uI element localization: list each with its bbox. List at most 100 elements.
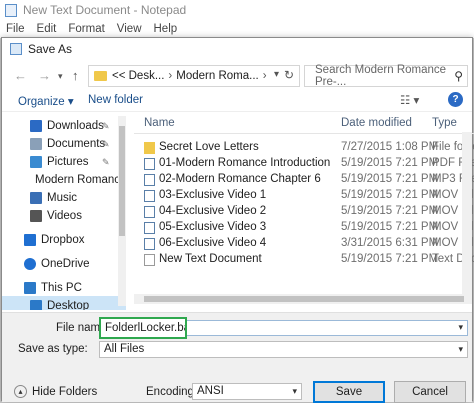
file-name-value: FolderlLocker.bat [105, 322, 187, 334]
documents-icon [30, 138, 42, 150]
file-date: 7/27/2015 1:08 PM [341, 141, 439, 153]
chevron-up-icon: ▴ [14, 385, 27, 398]
scrollbar-thumb[interactable] [119, 126, 125, 236]
save-as-type-value: All Files [104, 343, 145, 355]
sidebar-item-modern-romance[interactable]: Modern Romance [2, 170, 126, 190]
text-file-icon [144, 254, 155, 266]
table-row[interactable]: 04-Exclusive Video 2 5/19/2015 7:21 PM M… [134, 204, 474, 220]
file-name-field[interactable]: FolderlLocker.bat [99, 317, 187, 339]
address-row: ← → ▾ ↑ << Desk... › Modern Roma... › ▾ … [2, 64, 472, 88]
download-icon [30, 120, 42, 132]
file-name: Secret Love Letters [159, 141, 259, 153]
sidebar-item-downloads[interactable]: Downloads ✎ [2, 116, 126, 136]
breadcrumb-modern-romance[interactable]: Modern Roma... [176, 70, 258, 82]
menu-edit[interactable]: Edit [37, 23, 57, 35]
chevron-down-icon[interactable]: ▾ [274, 69, 279, 80]
save-as-type-select[interactable]: All Files ▾ [99, 341, 468, 358]
column-header-date[interactable]: Date modified [341, 117, 412, 129]
file-date: 5/19/2015 7:21 PM [341, 173, 439, 185]
sidebar-item-this-pc[interactable]: This PC [2, 278, 126, 298]
music-icon [30, 192, 42, 204]
pictures-icon [30, 156, 42, 168]
pin-icon: ✎ [102, 156, 110, 167]
table-row[interactable]: 01-Modern Romance Introduction 5/19/2015… [134, 156, 474, 172]
navigation-pane: Downloads ✎ Documents ✎ Pictures ✎ Moder… [2, 112, 126, 310]
column-header-type[interactable]: Type [432, 117, 457, 129]
save-as-icon [10, 43, 22, 55]
chevron-down-icon[interactable]: ▾ [458, 322, 463, 333]
sidebar-item-videos[interactable]: Videos [2, 206, 126, 226]
help-icon[interactable]: ? [448, 92, 463, 107]
search-placeholder: Search Modern Romance Pre-... [315, 64, 447, 88]
video-file-icon [144, 206, 155, 218]
table-row[interactable]: 03-Exclusive Video 1 5/19/2015 7:21 PM M… [134, 188, 474, 204]
organize-button[interactable]: Organize ▾ [18, 94, 74, 108]
breadcrumb-separator-icon[interactable]: › [168, 70, 172, 82]
encoding-select[interactable]: ANSI ▾ [192, 383, 302, 400]
pin-icon: ✎ [102, 120, 110, 131]
notepad-icon [5, 3, 17, 17]
sidebar-item-label: Downloads [47, 120, 104, 132]
recent-dropdown-icon[interactable]: ▾ [58, 71, 63, 82]
navigation-scrollbar[interactable] [118, 116, 126, 306]
pdf-icon [144, 158, 155, 170]
file-name: New Text Document [159, 253, 262, 265]
pin-icon: ✎ [102, 138, 110, 149]
refresh-icon[interactable]: ↻ [284, 68, 294, 82]
menu-view[interactable]: View [117, 23, 142, 35]
forward-arrow-icon[interactable]: → [38, 68, 51, 83]
pc-icon [24, 282, 36, 294]
file-list: Name Date modified Type Secret Love Lett… [134, 112, 474, 310]
file-list-scrollbar[interactable] [462, 132, 472, 300]
menu-help[interactable]: Help [154, 23, 178, 35]
sidebar-item-desktop[interactable]: Desktop [2, 296, 126, 310]
table-row[interactable]: 02-Modern Romance Chapter 6 5/19/2015 7:… [134, 172, 474, 188]
sidebar-item-onedrive[interactable]: OneDrive [2, 254, 126, 274]
chevron-down-icon[interactable]: ▾ [458, 344, 463, 355]
up-arrow-icon[interactable]: ↑ [72, 68, 79, 83]
hide-folders-label: Hide Folders [32, 385, 98, 398]
column-header-name[interactable]: Name [144, 117, 175, 129]
file-name: 05-Exclusive Video 3 [159, 221, 267, 233]
sidebar-item-label: Dropbox [41, 234, 85, 246]
file-date: 3/31/2015 6:31 PM [341, 237, 439, 249]
sidebar-item-music[interactable]: Music [2, 188, 126, 208]
search-input[interactable]: Search Modern Romance Pre-... ⚲ [304, 64, 468, 88]
hide-folders-button[interactable]: ▴ Hide Folders [14, 385, 97, 398]
file-date: 5/19/2015 7:21 PM [341, 157, 439, 169]
file-name-field-dropdown[interactable]: ▾ [187, 320, 468, 336]
cancel-button[interactable]: Cancel [394, 381, 466, 403]
notepad-titlebar: New Text Document - Notepad [0, 0, 474, 20]
table-row[interactable]: 06-Exclusive Video 4 3/31/2015 6:31 PM M… [134, 236, 474, 252]
sidebar-item-documents[interactable]: Documents ✎ [2, 134, 126, 154]
views-icon[interactable]: ☷ ▾ [400, 93, 419, 107]
sidebar-item-pictures[interactable]: Pictures ✎ [2, 152, 126, 172]
table-row[interactable]: Secret Love Letters 7/27/2015 1:08 PM Fi… [134, 140, 474, 156]
dialog-toolbar: Organize ▾ New folder ☷ ▾ ? [2, 90, 472, 112]
folder-icon [144, 142, 155, 154]
sidebar-item-label: Videos [47, 210, 82, 222]
onedrive-icon [24, 258, 36, 270]
scrollbar-thumb[interactable] [144, 296, 464, 302]
sidebar-item-dropbox[interactable]: Dropbox [2, 230, 126, 250]
address-bar[interactable]: << Desk... › Modern Roma... › ▾ ↻ [88, 65, 300, 87]
menu-format[interactable]: Format [68, 23, 104, 35]
breadcrumb-desktop[interactable]: << Desk... [112, 70, 164, 82]
folder-icon [94, 71, 107, 81]
file-date: 5/19/2015 7:21 PM [341, 221, 439, 233]
new-folder-button[interactable]: New folder [88, 94, 143, 106]
breadcrumb-separator-icon[interactable]: › [263, 70, 267, 82]
horizontal-scrollbar[interactable] [134, 294, 472, 304]
sidebar-item-label: Modern Romance [35, 174, 126, 186]
dialog-titlebar: Save As [2, 38, 472, 60]
save-button[interactable]: Save [313, 381, 385, 403]
chevron-down-icon[interactable]: ▾ [292, 386, 297, 397]
back-arrow-icon[interactable]: ← [14, 68, 27, 83]
desktop-icon [30, 300, 42, 310]
audio-icon [144, 174, 155, 186]
table-row[interactable]: New Text Document 5/19/2015 7:21 PM Text… [134, 252, 474, 268]
notepad-menubar: File Edit Format View Help [0, 20, 474, 38]
menu-file[interactable]: File [6, 23, 25, 35]
search-icon: ⚲ [454, 69, 463, 83]
table-row[interactable]: 05-Exclusive Video 3 5/19/2015 7:21 PM M… [134, 220, 474, 236]
